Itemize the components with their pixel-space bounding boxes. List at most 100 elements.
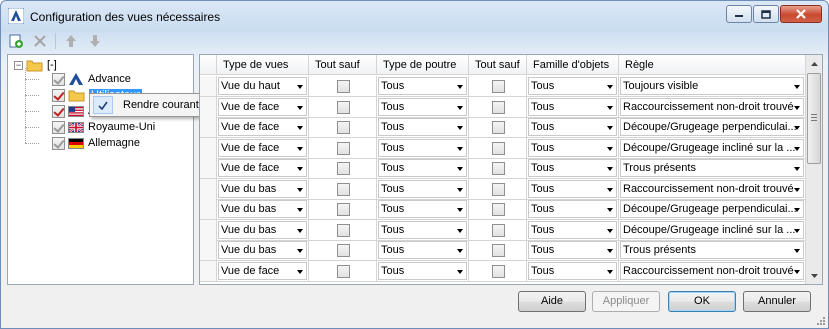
- add-view-button[interactable]: [7, 32, 25, 50]
- chevron-down-icon[interactable]: [297, 208, 303, 212]
- tout-sauf-checkbox[interactable]: [491, 182, 505, 196]
- title-bar[interactable]: Configuration des vues nécessaires: [1, 1, 828, 31]
- tout-sauf-checkbox[interactable]: [491, 162, 505, 175]
- scroll-up-button[interactable]: [806, 55, 822, 72]
- tout-sauf-checkbox[interactable]: [491, 80, 505, 93]
- regle-select[interactable]: Toujours visible: [620, 77, 804, 95]
- tout-sauf-checkbox[interactable]: [336, 80, 350, 93]
- row-header[interactable]: [200, 96, 217, 118]
- checkbox[interactable]: [52, 120, 65, 134]
- tout-sauf-checkbox[interactable]: [336, 203, 350, 216]
- famille-select[interactable]: Tous: [528, 220, 617, 239]
- chevron-down-icon[interactable]: [457, 126, 463, 130]
- row-header[interactable]: [200, 117, 217, 138]
- famille-select[interactable]: Tous: [528, 179, 617, 198]
- column-header[interactable]: Tout sauf: [469, 55, 527, 75]
- regle-select[interactable]: Découpe/Grugeage perpendiculai...: [620, 118, 804, 136]
- chevron-down-icon[interactable]: [794, 146, 800, 151]
- chevron-down-icon[interactable]: [607, 146, 613, 151]
- tree-node-royaume-uni[interactable]: Royaume-Uni: [52, 119, 155, 135]
- delete-button[interactable]: [31, 32, 49, 50]
- move-down-button[interactable]: [86, 32, 104, 50]
- chevron-down-icon[interactable]: [607, 85, 613, 89]
- chevron-down-icon[interactable]: [297, 228, 303, 233]
- famille-select[interactable]: Tous: [528, 118, 617, 136]
- column-header[interactable]: Famille d'objets: [527, 55, 619, 75]
- table-row[interactable]: Vue de face Tous Tous Découpe/Grugeage incl…: [200, 137, 822, 159]
- menu-item-rendre-courant[interactable]: Rendre courant: [123, 99, 199, 111]
- poutre-select[interactable]: Tous: [378, 200, 467, 218]
- table-row[interactable]: Vue du bas Tous Tous Raccourcissement non-d…: [200, 178, 822, 200]
- poutre-select[interactable]: Tous: [378, 138, 467, 157]
- chevron-down-icon[interactable]: [457, 249, 463, 253]
- tout-sauf-checkbox[interactable]: [491, 100, 505, 114]
- checkbox[interactable]: [52, 136, 65, 150]
- vue-select[interactable]: Vue du bas: [218, 179, 307, 198]
- tree-node-advance[interactable]: Advance: [52, 71, 131, 87]
- regle-select[interactable]: Découpe/Grugeage incliné sur la ...: [620, 138, 804, 157]
- scroll-down-button[interactable]: [806, 267, 822, 284]
- vue-select[interactable]: Vue de face: [218, 159, 307, 177]
- chevron-down-icon[interactable]: [297, 249, 303, 253]
- table-row[interactable]: Vue du bas Tous Tous Découpe/Grugeage perpe…: [200, 199, 822, 220]
- regle-select[interactable]: Raccourcissement non-droit trouvé: [620, 97, 804, 116]
- chevron-down-icon[interactable]: [457, 105, 463, 110]
- tout-sauf-checkbox[interactable]: [336, 121, 350, 134]
- vue-select[interactable]: Vue du bas: [218, 200, 307, 218]
- tout-sauf-checkbox[interactable]: [491, 264, 505, 278]
- regle-select[interactable]: Raccourcissement non-droit trouvé: [620, 261, 804, 280]
- chevron-down-icon[interactable]: [297, 126, 303, 130]
- famille-select[interactable]: Tous: [528, 261, 617, 280]
- chevron-down-icon[interactable]: [794, 105, 800, 110]
- chevron-down-icon[interactable]: [794, 249, 800, 253]
- poutre-select[interactable]: Tous: [378, 220, 467, 239]
- close-button[interactable]: [780, 5, 822, 23]
- chevron-down-icon[interactable]: [607, 167, 613, 171]
- chevron-down-icon[interactable]: [794, 187, 800, 192]
- vue-select[interactable]: Vue du haut: [218, 77, 307, 95]
- row-header[interactable]: [200, 219, 217, 241]
- tout-sauf-checkbox[interactable]: [491, 244, 505, 257]
- chevron-down-icon[interactable]: [794, 208, 800, 212]
- chevron-down-icon[interactable]: [794, 167, 800, 171]
- row-header[interactable]: [200, 199, 217, 220]
- table-row[interactable]: Vue du bas Tous Tous Trous présents: [200, 240, 822, 261]
- chevron-down-icon[interactable]: [457, 167, 463, 171]
- vue-select[interactable]: Vue du bas: [218, 241, 307, 259]
- minimize-button[interactable]: [726, 5, 752, 23]
- chevron-down-icon[interactable]: [297, 167, 303, 171]
- vertical-scrollbar[interactable]: [805, 55, 822, 284]
- row-header[interactable]: [200, 158, 217, 179]
- tout-sauf-checkbox[interactable]: [336, 162, 350, 175]
- vue-select[interactable]: Vue de face: [218, 138, 307, 157]
- row-header[interactable]: [200, 178, 217, 200]
- column-header[interactable]: Tout sauf: [309, 55, 377, 75]
- chevron-down-icon[interactable]: [794, 85, 800, 89]
- poutre-select[interactable]: Tous: [378, 77, 467, 95]
- famille-select[interactable]: Tous: [528, 159, 617, 177]
- column-header[interactable]: Règle: [619, 55, 806, 75]
- vue-select[interactable]: Vue du bas: [218, 220, 307, 239]
- famille-select[interactable]: Tous: [528, 138, 617, 157]
- regle-select[interactable]: Trous présents: [620, 241, 804, 259]
- row-header[interactable]: [200, 137, 217, 159]
- chevron-down-icon[interactable]: [607, 187, 613, 192]
- chevron-down-icon[interactable]: [457, 85, 463, 89]
- famille-select[interactable]: Tous: [528, 200, 617, 218]
- tout-sauf-checkbox[interactable]: [336, 223, 350, 237]
- column-header[interactable]: Type de poutre: [377, 55, 469, 75]
- chevron-down-icon[interactable]: [457, 146, 463, 151]
- checkbox[interactable]: [52, 88, 65, 102]
- table-row[interactable]: Vue de face Tous Tous Trous présents: [200, 158, 822, 179]
- poutre-select[interactable]: Tous: [378, 97, 467, 116]
- regle-select[interactable]: Découpe/Grugeage perpendiculai...: [620, 200, 804, 218]
- regle-select[interactable]: Découpe/Grugeage incliné sur la ...: [620, 220, 804, 239]
- chevron-down-icon[interactable]: [607, 269, 613, 274]
- chevron-down-icon[interactable]: [794, 269, 800, 274]
- chevron-down-icon[interactable]: [457, 187, 463, 192]
- poutre-select[interactable]: Tous: [378, 179, 467, 198]
- tout-sauf-checkbox[interactable]: [491, 203, 505, 216]
- chevron-down-icon[interactable]: [297, 105, 303, 110]
- tree-node-allemagne[interactable]: Allemagne: [52, 135, 140, 151]
- aide-button[interactable]: Aide: [518, 291, 586, 312]
